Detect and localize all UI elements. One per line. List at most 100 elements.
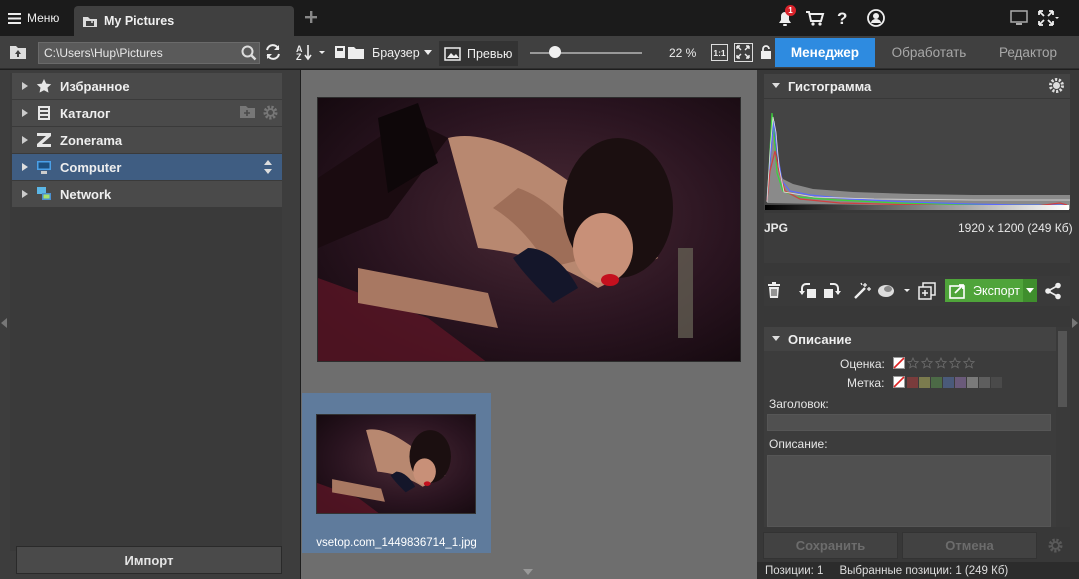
actual-size-button[interactable]: 1:1 (711, 44, 728, 61)
heading-input[interactable] (767, 414, 1051, 431)
status-bar: Позиции: 1 Выбранные позиции: 1 (249 Кб) (757, 562, 1079, 579)
lock-icon[interactable] (760, 44, 772, 60)
rating-stars[interactable] (893, 357, 977, 369)
editor-mode-button[interactable]: Редактор (985, 38, 1071, 67)
help-icon[interactable]: ? (831, 8, 853, 28)
nav-item-network[interactable]: Network (12, 181, 282, 207)
collapse-arrow-icon (772, 83, 780, 88)
folder-icon (82, 15, 98, 28)
star-rating-icon[interactable] (907, 357, 977, 369)
histogram-settings-icon[interactable] (1048, 77, 1065, 94)
fit-to-window-icon[interactable] (734, 43, 753, 62)
menu-label: Меню (27, 11, 60, 25)
fullscreen-icon[interactable] (1037, 8, 1059, 28)
description-textarea[interactable] (767, 455, 1051, 527)
scrollbar-thumb[interactable] (1058, 331, 1067, 407)
expand-arrow-icon[interactable] (22, 109, 28, 117)
clear-rating-icon[interactable] (893, 357, 905, 369)
preview-mode-button[interactable]: Превью (439, 41, 518, 66)
description-scrollbar[interactable] (1056, 327, 1070, 527)
nav-item-computer[interactable]: Computer (12, 154, 282, 180)
add-to-collection-icon[interactable] (918, 282, 936, 300)
notification-badge: 1 (785, 5, 796, 16)
collapse-left-panel-icon[interactable] (1, 318, 7, 328)
description-header[interactable]: Описание (764, 327, 1070, 351)
color-swatch[interactable] (967, 376, 978, 388)
share-icon[interactable] (1044, 282, 1062, 300)
folder-up-icon[interactable] (9, 44, 27, 60)
preview-label: Превью (467, 46, 513, 61)
cart-icon[interactable] (804, 8, 826, 28)
catalog-settings-gear-icon[interactable] (262, 104, 279, 121)
positions-count: Позиции: 1 (765, 564, 824, 577)
collapse-bottom-panel-icon[interactable] (523, 569, 533, 575)
thumbnail-filename: vsetop.com_1449836714_1.jpg (316, 537, 477, 549)
menu-button[interactable]: Меню (8, 8, 59, 28)
delete-trash-icon[interactable] (767, 282, 781, 299)
color-swatch[interactable] (919, 376, 930, 388)
color-swatch[interactable] (991, 376, 1002, 388)
auto-enhance-wand-icon[interactable] (853, 282, 871, 300)
add-folder-icon[interactable] (239, 105, 256, 119)
collapse-arrow-icon (772, 336, 780, 341)
description-label: Описание: (769, 437, 828, 451)
export-label: Экспорт (973, 283, 1020, 298)
color-label-picker[interactable] (893, 376, 1003, 388)
import-button[interactable]: Импорт (16, 546, 282, 574)
browser-label[interactable]: Браузер (372, 46, 420, 60)
color-swatch[interactable] (931, 376, 942, 388)
expand-arrow-icon[interactable] (22, 163, 28, 171)
nav-item-label: Computer (60, 159, 122, 175)
save-settings-gear-icon[interactable] (1047, 537, 1064, 554)
sort-toggle-icon[interactable] (263, 160, 273, 174)
rotate-right-icon[interactable] (821, 282, 841, 300)
nav-item-label: Каталог (60, 105, 111, 121)
clear-label-icon[interactable] (893, 376, 905, 388)
computer-icon (36, 159, 52, 175)
thumbnail-image[interactable] (316, 414, 476, 514)
cancel-button[interactable]: Отмена (902, 532, 1037, 559)
collapse-right-panel-icon[interactable] (1072, 318, 1078, 328)
export-dropdown-button[interactable] (1023, 279, 1037, 302)
image-preview[interactable] (317, 97, 741, 362)
path-input[interactable] (38, 42, 260, 64)
selected-count: Выбранные позиции: 1 (249 Кб) (839, 564, 1009, 577)
color-swatch[interactable] (955, 376, 966, 388)
save-button[interactable]: Сохранить (763, 532, 898, 559)
browser-mode-icon[interactable] (334, 44, 366, 60)
rotate-left-icon[interactable] (799, 282, 819, 300)
manager-mode-button[interactable]: Менеджер (775, 38, 875, 67)
heading-label: Заголовок: (769, 397, 829, 411)
nav-item-favorites[interactable]: Избранное (12, 73, 282, 99)
zonerama-icon (36, 132, 52, 148)
expand-arrow-icon[interactable] (22, 82, 28, 90)
svg-text:Z: Z (296, 52, 302, 61)
export-icon (949, 283, 967, 299)
zoom-slider[interactable] (530, 52, 642, 54)
monitor-icon[interactable] (1008, 8, 1030, 28)
nav-item-zonerama[interactable]: Zonerama (12, 127, 282, 153)
hamburger-icon (8, 12, 21, 24)
color-swatch[interactable] (979, 376, 990, 388)
account-icon[interactable] (865, 8, 887, 28)
add-tab-button[interactable] (304, 10, 320, 26)
browser-dropdown-icon[interactable] (424, 50, 432, 56)
image-icon (444, 46, 461, 61)
tab-my-pictures[interactable]: My Pictures (74, 6, 294, 36)
color-label-label: Метка: (847, 376, 885, 390)
color-swatch[interactable] (907, 376, 918, 388)
sort-icon[interactable]: AZ (296, 43, 326, 61)
catalog-icon (36, 105, 52, 121)
zoom-slider-handle[interactable] (548, 46, 561, 58)
rating-label: Оценка: (840, 357, 885, 371)
color-swatches[interactable] (907, 376, 1003, 388)
search-icon[interactable] (241, 45, 257, 61)
expand-arrow-icon[interactable] (22, 190, 28, 198)
expand-arrow-icon[interactable] (22, 136, 28, 144)
nav-item-label: Избранное (60, 78, 130, 94)
develop-mode-button[interactable]: Обработать (880, 38, 978, 67)
effects-icon[interactable] (877, 283, 911, 299)
color-swatch[interactable] (943, 376, 954, 388)
histogram-header[interactable]: Гистограмма (764, 74, 1070, 98)
refresh-icon[interactable] (264, 43, 282, 61)
